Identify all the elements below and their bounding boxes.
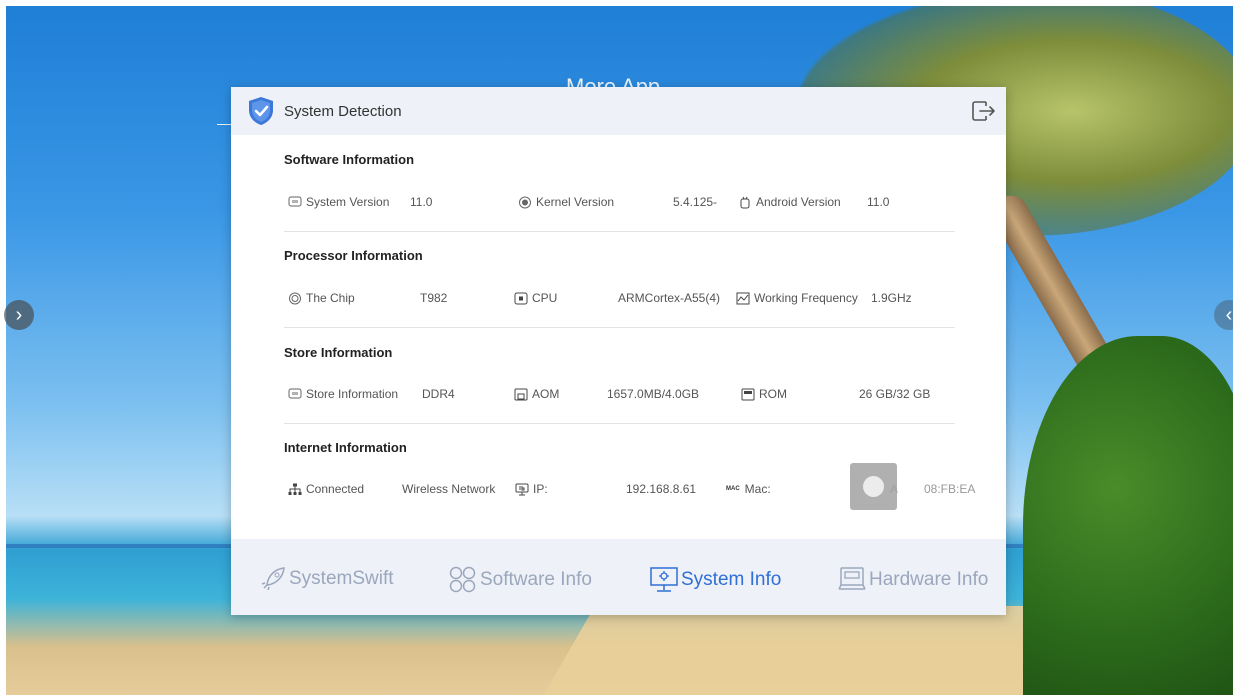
android-version-value: 11.0 xyxy=(867,195,890,209)
loading-dot xyxy=(863,476,884,497)
working-frequency-label: Working Frequency xyxy=(736,291,858,305)
dialog-title: System Detection xyxy=(284,103,402,120)
cpu-icon xyxy=(514,292,528,304)
section-title-store: Store Information xyxy=(284,345,393,360)
connected-label: Connected xyxy=(288,482,364,496)
system-icon xyxy=(288,196,302,206)
next-page-arrow-icon[interactable]: › xyxy=(4,300,34,330)
tab-hardware-info[interactable]: Hardware Info xyxy=(837,566,988,594)
software-info-row: System Version 11.0 Kernel Version 5.4.1… xyxy=(284,171,955,232)
apps-icon xyxy=(449,566,476,593)
shield-check-icon xyxy=(249,97,273,125)
loading-indicator xyxy=(850,463,897,510)
working-frequency-value: 1.9GHz xyxy=(871,291,912,305)
mac-icon: MAC xyxy=(726,486,740,492)
chip-value: T982 xyxy=(420,291,448,305)
system-detection-dialog: System Detection Software Information Sy… xyxy=(231,87,1006,615)
ram-icon xyxy=(514,388,528,400)
tab-systemswift[interactable]: SystemSwift xyxy=(259,566,394,592)
kernel-version-value: 5.4.125- xyxy=(673,195,718,209)
system-version-value: 11.0 xyxy=(410,195,433,209)
processor-info-row: The Chip T982 CPU ARMCortex-A55(4) Worki… xyxy=(284,267,955,328)
bottom-tab-bar: SystemSwift Software Info System Info Ha… xyxy=(231,539,1006,615)
mac-value: 08:FB:EA xyxy=(924,482,976,496)
aom-value: 1657.0MB/4.0GB xyxy=(607,387,700,401)
kernel-version-label: Kernel Version xyxy=(518,195,614,209)
system-info-icon xyxy=(650,567,678,592)
section-title-internet: Internet Information xyxy=(284,440,407,455)
bushes xyxy=(1023,336,1233,695)
cpu-label: CPU xyxy=(514,291,557,305)
chip-label: The Chip xyxy=(288,291,355,305)
memory-icon xyxy=(288,388,302,398)
network-icon xyxy=(288,483,302,495)
exit-icon[interactable] xyxy=(970,98,996,124)
tab-software-info[interactable]: Software Info xyxy=(448,566,592,594)
rocket-icon xyxy=(261,567,285,591)
mac-label: MAC Mac: xyxy=(726,482,771,496)
cpu-value: ARMCortex-A55(4) xyxy=(618,291,721,305)
chip-icon xyxy=(289,292,301,304)
chip-icon xyxy=(519,196,531,208)
section-title-processor: Processor Information xyxy=(284,248,423,263)
store-information-value: DDR4 xyxy=(422,387,455,401)
section-title-software: Software Information xyxy=(284,152,415,167)
tab-system-info[interactable]: System Info xyxy=(649,566,781,594)
dialog-header: System Detection xyxy=(231,87,1006,135)
aom-label: AOM xyxy=(514,387,559,401)
android-version-label: Android Version xyxy=(738,195,841,209)
frequency-icon xyxy=(736,292,750,304)
rom-icon xyxy=(741,388,755,400)
connected-value: Wireless Network xyxy=(402,482,496,496)
ip-icon xyxy=(515,483,529,495)
rom-value: 26 GB/32 GB xyxy=(859,387,931,401)
ip-value: 192.168.8.61 xyxy=(626,482,697,496)
ip-label: IP: xyxy=(515,482,548,496)
store-info-row: Store Information DDR4 AOM 1657.0MB/4.0G… xyxy=(284,363,955,424)
rom-label: ROM xyxy=(741,387,787,401)
system-version-label: System Version xyxy=(288,195,389,209)
android-icon xyxy=(740,196,750,208)
hardware-icon xyxy=(838,567,866,590)
store-information-label: Store Information xyxy=(288,387,398,401)
